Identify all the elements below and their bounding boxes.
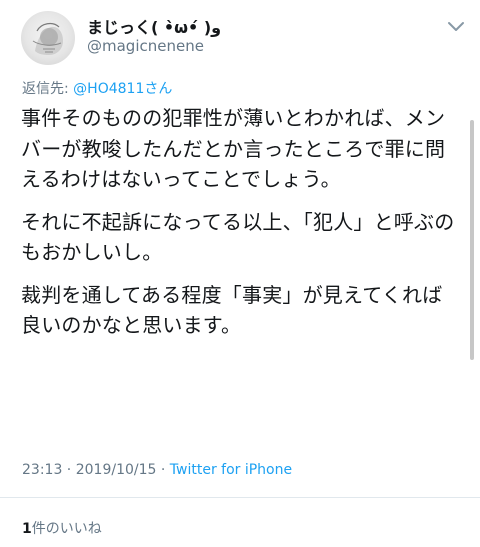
handle[interactable]: @magicnenene <box>87 37 204 55</box>
tweet-meta: 23:13 · 2019/10/15 · Twitter for iPhone <box>22 462 292 478</box>
tweet-date: 2019/10/15 <box>75 462 157 478</box>
likes-count: 1 <box>22 521 32 537</box>
chevron-down-icon[interactable] <box>447 20 465 32</box>
likes-link[interactable]: 1件のいいね <box>22 518 102 538</box>
tweet-source-link[interactable]: Twitter for iPhone <box>170 462 292 478</box>
display-name[interactable]: まじっく( •̀ω•́ )و <box>87 14 221 38</box>
avatar-illustration-icon <box>32 22 63 55</box>
divider <box>0 497 480 498</box>
reply-context: 返信先: @HO4811さん <box>22 78 172 98</box>
tweet-paragraph: それに不起訴になってる以上、「犯人」と呼ぶのもおかしいし。 <box>21 209 455 265</box>
tweet-paragraph: 事件そのものの犯罪性が薄いとわかれば、メンバーが教唆したんだとか言ったところで罪… <box>21 106 446 191</box>
tweet-paragraph: 裁判を通してある程度「事実」が見えてくれば良いのかなと思います。 <box>21 282 443 338</box>
reply-target-link[interactable]: @HO4811さん <box>73 81 172 97</box>
avatar[interactable] <box>21 11 75 65</box>
reply-prefix: 返信先: <box>22 81 74 97</box>
scrollbar[interactable] <box>470 120 474 360</box>
meta-separator: · <box>62 462 76 478</box>
likes-label: 件のいいね <box>31 521 102 537</box>
tweet-time: 23:13 <box>22 462 63 478</box>
meta-separator: · <box>156 462 170 478</box>
tweet-text: 事件そのものの犯罪性が薄いとわかれば、メンバーが教唆したんだとか言ったところで罪… <box>21 103 461 353</box>
